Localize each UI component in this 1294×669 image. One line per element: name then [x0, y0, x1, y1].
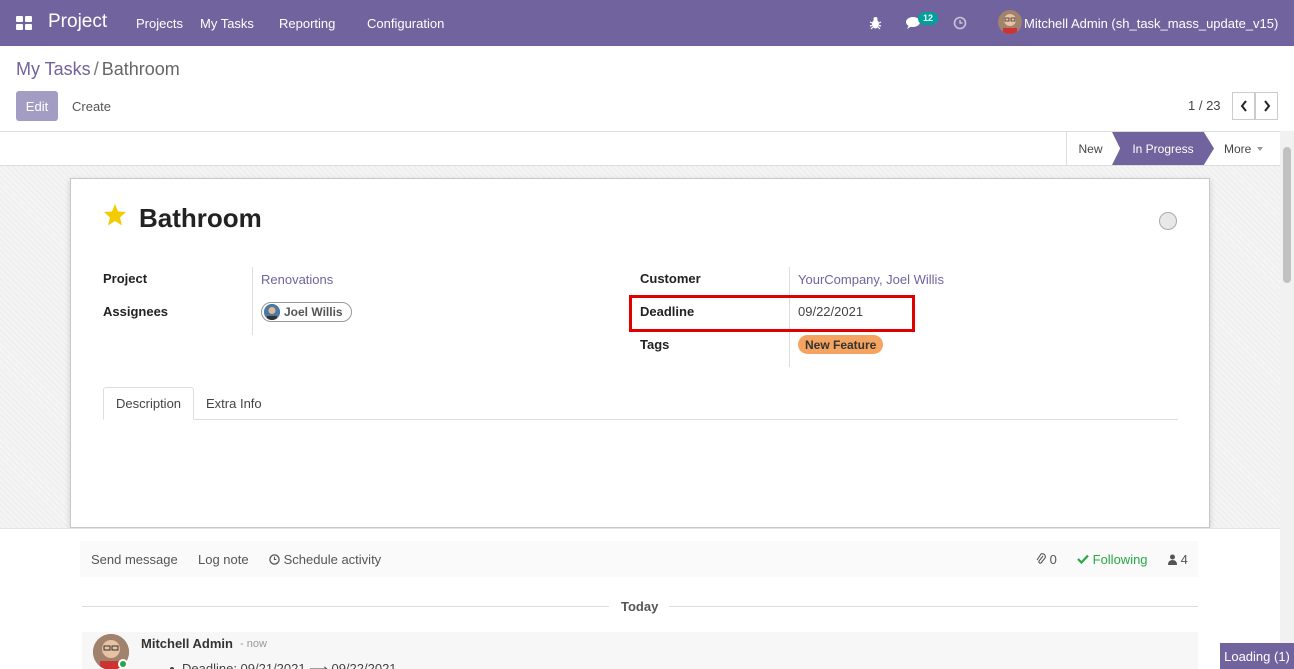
breadcrumb-separator: /: [93, 59, 99, 79]
attachments-button[interactable]: 0: [1036, 552, 1057, 567]
message-author[interactable]: Mitchell Admin: [141, 636, 233, 651]
log-note-button[interactable]: Log note: [198, 552, 249, 567]
deadline-highlight-box: [629, 295, 915, 332]
menu-my-tasks[interactable]: My Tasks: [200, 16, 254, 31]
divider-line: [82, 606, 609, 607]
page-scrollbar[interactable]: [1280, 131, 1294, 669]
project-label: Project: [103, 271, 148, 286]
tab-description[interactable]: Description: [103, 387, 195, 420]
stage-in-progress[interactable]: In Progress: [1112, 132, 1214, 165]
task-form-sheet: Bathroom Project Renovations Assignees J…: [70, 178, 1210, 528]
followers-count: 4: [1180, 552, 1188, 567]
loading-indicator: Loading (1): [1220, 643, 1294, 669]
debug-bug-icon[interactable]: [869, 16, 882, 30]
menu-projects[interactable]: Projects: [136, 16, 183, 31]
following-label: Following: [1092, 552, 1148, 567]
check-icon: [1077, 554, 1089, 565]
assignee-name: Joel Willis: [284, 305, 343, 319]
kanban-state-indicator[interactable]: [1159, 212, 1177, 230]
pager-previous-button[interactable]: [1232, 92, 1255, 120]
divider-line: [669, 606, 1198, 607]
assignee-chip[interactable]: Joel Willis: [261, 302, 352, 322]
send-message-button[interactable]: Send message: [91, 552, 178, 567]
attachments-count: 0: [1049, 552, 1057, 567]
status-bar: New In Progress More: [0, 131, 1294, 166]
chevron-right-icon: [1263, 100, 1270, 112]
scrollbar-thumb[interactable]: [1283, 147, 1291, 283]
stage-more-dropdown[interactable]: More: [1224, 132, 1264, 165]
tracking-value-change: Deadline: 09/21/2021 ⟶ 09/22/2021: [182, 661, 397, 669]
stage-more-label: More: [1224, 141, 1252, 156]
apps-menu-icon[interactable]: [16, 16, 32, 30]
project-field[interactable]: Renovations: [261, 272, 333, 287]
message-count-badge: 12: [918, 12, 939, 25]
activity-clock-icon[interactable]: [953, 16, 967, 30]
task-title: Bathroom: [139, 203, 262, 233]
following-button[interactable]: Following: [1077, 552, 1148, 567]
pager-next-button[interactable]: [1255, 92, 1278, 120]
tags-label: Tags: [640, 337, 670, 352]
followers-button[interactable]: 4: [1168, 552, 1188, 567]
edit-button[interactable]: Edit: [16, 91, 58, 121]
breadcrumb: My Tasks / Bathroom: [16, 59, 180, 80]
user-icon: [1168, 554, 1177, 565]
chevron-left-icon: [1240, 100, 1247, 112]
top-navbar: Project Projects My Tasks Reporting Conf…: [0, 0, 1294, 46]
priority-star-icon[interactable]: [103, 203, 127, 227]
schedule-activity-label: Schedule activity: [283, 552, 382, 567]
customer-field[interactable]: YourCompany, Joel Willis: [798, 272, 944, 287]
tab-extra-info[interactable]: Extra Info: [194, 387, 274, 420]
date-separator-today: Today: [621, 599, 659, 614]
tag-chip[interactable]: New Feature: [798, 335, 884, 354]
schedule-activity-button[interactable]: Schedule activity: [269, 552, 381, 567]
notebook-tabs: Description Extra Info: [103, 387, 1178, 420]
menu-configuration[interactable]: Configuration: [367, 16, 444, 31]
create-button[interactable]: Create: [72, 99, 111, 114]
stage-new[interactable]: New: [1066, 132, 1114, 165]
pager-value[interactable]: 1 / 23: [1188, 98, 1221, 113]
assignee-avatar: [264, 304, 280, 320]
customer-label: Customer: [640, 271, 701, 286]
user-menu[interactable]: Mitchell Admin (sh_task_mass_update_v15): [1024, 16, 1278, 31]
menu-reporting[interactable]: Reporting: [279, 16, 335, 31]
online-status-dot: [118, 659, 128, 669]
field-separator: [252, 267, 253, 335]
caret-down-icon: [1257, 146, 1264, 151]
breadcrumb-parent[interactable]: My Tasks: [16, 59, 91, 79]
message-time: - now: [240, 638, 267, 650]
assignees-label: Assignees: [103, 304, 169, 319]
chatter: Send message Log note Schedule activity …: [0, 528, 1280, 669]
breadcrumb-current: Bathroom: [101, 59, 180, 79]
paperclip-icon: [1036, 553, 1046, 564]
app-brand[interactable]: Project: [48, 11, 107, 33]
user-avatar[interactable]: [998, 10, 1022, 34]
clock-icon: [269, 554, 280, 565]
